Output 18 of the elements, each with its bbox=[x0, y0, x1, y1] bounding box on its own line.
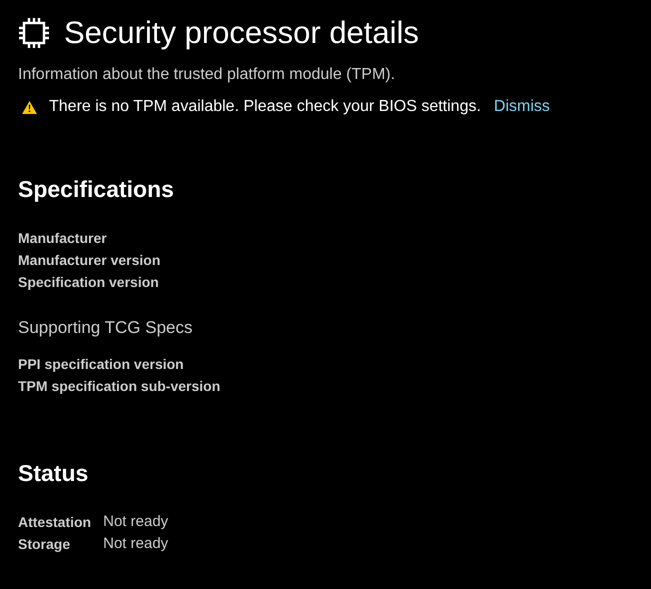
subsection-heading: Supporting TCG Specs bbox=[18, 317, 194, 339]
section-heading: Status bbox=[18, 459, 90, 487]
status-label: Attestation bbox=[18, 513, 92, 532]
status-value: Not ready bbox=[103, 512, 168, 532]
warning-icon bbox=[22, 100, 37, 114]
section-heading: Specifications bbox=[18, 175, 175, 203]
status-value: Not ready bbox=[103, 534, 168, 554]
spec-label: TPM specification sub-version bbox=[18, 377, 222, 396]
spec-label: Specification version bbox=[18, 273, 160, 292]
chip-icon bbox=[18, 17, 50, 49]
dismiss-link[interactable]: Dismiss bbox=[494, 98, 550, 116]
status-label: Storage bbox=[18, 535, 72, 554]
description-text: Information about the trusted platform module (TPM). bbox=[18, 66, 396, 84]
page-title: Security processor details bbox=[64, 14, 419, 52]
spec-label: Manufacturer version bbox=[18, 251, 162, 270]
warning-message: There is no TPM available. Please check your BIOS settings. bbox=[49, 98, 481, 116]
spec-label: PPI specification version bbox=[18, 355, 185, 374]
spec-label: Manufacturer bbox=[18, 229, 108, 248]
